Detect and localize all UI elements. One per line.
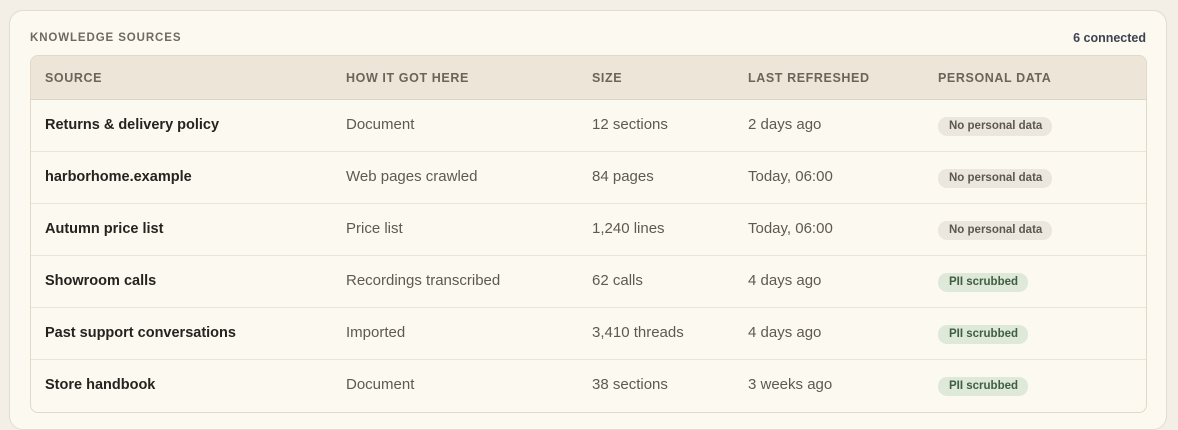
table-row[interactable]: Store handbook Document 38 sections 3 weeks…: [31, 360, 1146, 412]
panel-title: KNOWLEDGE SOURCES: [30, 32, 182, 44]
table-header: SOURCE HOW IT GOT HERE SIZE LAST REFRESH…: [31, 56, 1146, 100]
source-name: Returns & delivery policy: [45, 117, 220, 133]
column-header-personal-data[interactable]: PERSONAL DATA: [938, 71, 1051, 85]
source-method: Document: [346, 376, 415, 393]
source-method: Document: [346, 116, 415, 133]
source-size: 62 calls: [592, 272, 643, 289]
source-size: 38 sections: [592, 376, 668, 393]
column-header-how[interactable]: HOW IT GOT HERE: [346, 71, 469, 85]
sources-table: SOURCE HOW IT GOT HERE SIZE LAST REFRESH…: [30, 55, 1147, 413]
table-row[interactable]: Autumn price list Price list 1,240 lines To…: [31, 204, 1146, 256]
table-row[interactable]: harborhome.example Web pages crawled 84 pa…: [31, 152, 1146, 204]
knowledge-sources-panel: KNOWLEDGE SOURCES 6 connected SOURCE HOW…: [9, 10, 1167, 430]
last-refreshed: 2 days ago: [748, 116, 822, 133]
last-refreshed: 4 days ago: [748, 272, 822, 289]
connected-count: 6 connected: [1073, 31, 1146, 45]
personal-data-badge: PII scrubbed: [938, 377, 1029, 396]
source-name: Past support conversations: [45, 325, 236, 341]
source-size: 1,240 lines: [592, 220, 665, 237]
last-refreshed: Today, 06:00: [748, 220, 833, 237]
source-method: Imported: [346, 324, 406, 341]
source-size: 84 pages: [592, 168, 654, 185]
personal-data-badge: No personal data: [938, 221, 1053, 240]
column-header-size[interactable]: SIZE: [592, 71, 622, 85]
source-method: Recordings transcribed: [346, 272, 501, 289]
table-body: Returns & delivery policy Document 12 sect…: [31, 100, 1146, 412]
last-refreshed: 4 days ago: [748, 324, 822, 341]
panel-header: KNOWLEDGE SOURCES 6 connected: [30, 31, 1146, 45]
last-refreshed: 3 weeks ago: [748, 376, 833, 393]
personal-data-badge: No personal data: [938, 169, 1053, 188]
source-method: Web pages crawled: [346, 168, 478, 185]
table-row[interactable]: Showroom calls Recordings transcribed 62 c…: [31, 256, 1146, 308]
personal-data-badge: PII scrubbed: [938, 325, 1029, 344]
source-size: 12 sections: [592, 116, 668, 133]
table-row[interactable]: Past support conversations Imported 3,410 …: [31, 308, 1146, 360]
source-name: Showroom calls: [45, 273, 157, 289]
source-name: Autumn price list: [45, 221, 164, 237]
last-refreshed: Today, 06:00: [748, 168, 833, 185]
table-row[interactable]: Returns & delivery policy Document 12 sect…: [31, 100, 1146, 152]
source-name: Store handbook: [45, 377, 156, 393]
source-size: 3,410 threads: [592, 324, 684, 341]
personal-data-badge: PII scrubbed: [938, 273, 1029, 292]
personal-data-badge: No personal data: [938, 117, 1053, 136]
column-header-source[interactable]: SOURCE: [45, 71, 102, 85]
source-name: harborhome.example: [45, 169, 192, 185]
source-method: Price list: [346, 220, 403, 237]
column-header-last-refreshed[interactable]: LAST REFRESHED: [748, 71, 870, 85]
